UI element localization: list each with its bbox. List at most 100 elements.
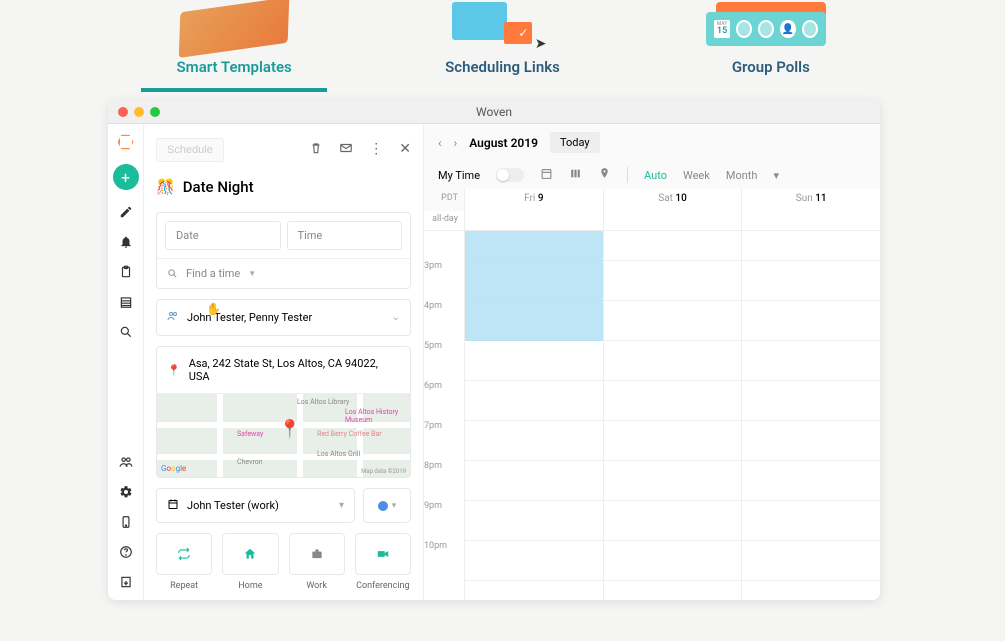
allday-label: all-day — [424, 211, 464, 230]
day-column[interactable] — [464, 231, 603, 600]
attendees-field[interactable]: John Tester, Penny Tester ⌄ ✋ — [156, 299, 411, 336]
event-emoji-icon: 🎊 — [156, 178, 175, 196]
close-icon[interactable]: ✕ — [399, 141, 411, 159]
calendar-event-block[interactable] — [465, 231, 603, 341]
email-icon[interactable] — [339, 141, 353, 159]
event-detail-panel: Schedule ⋮ ✕ 🎊 Date Night Date Time — [144, 124, 424, 600]
next-button[interactable]: › — [454, 136, 458, 150]
day-header[interactable]: Fri 9 — [464, 189, 603, 211]
hour-label: 8pm — [424, 461, 464, 501]
action-label: Home — [222, 581, 278, 591]
more-icon[interactable]: ⋮ — [369, 141, 383, 159]
clipboard-icon[interactable] — [118, 264, 134, 280]
month-label: August 2019 — [469, 136, 538, 150]
my-time-toggle[interactable] — [496, 168, 524, 182]
app-window: Woven + Schedule ⋮ ✕ — [108, 100, 880, 600]
polls-graphic: MAY15 👤 — [706, 0, 836, 50]
settings-icon[interactable] — [118, 484, 134, 500]
view-auto[interactable]: Auto — [644, 169, 667, 182]
close-window-icon[interactable] — [118, 107, 128, 117]
hour-label: 7pm — [424, 421, 464, 461]
hour-label: 10pm — [424, 541, 464, 581]
chevron-down-icon: ⌄ — [392, 312, 400, 323]
location-text: Asa, 242 State St, Los Altos, CA 94022, … — [189, 357, 400, 383]
minimize-window-icon[interactable] — [134, 107, 144, 117]
allday-cell[interactable] — [464, 211, 603, 230]
calendar-list-icon[interactable] — [118, 294, 134, 310]
find-time-label: Find a time — [186, 267, 240, 280]
chevron-down-icon: ▾ — [392, 501, 397, 511]
templates-graphic — [179, 0, 290, 58]
date-input[interactable]: Date — [165, 221, 281, 250]
chevron-down-icon: ▾ — [339, 500, 344, 511]
conferencing-button[interactable] — [355, 533, 411, 575]
calendar-account-select[interactable]: John Tester (work) ▾ — [156, 488, 355, 523]
event-color-select[interactable]: ▾ — [363, 488, 411, 523]
date-picker-icon[interactable] — [540, 167, 553, 183]
day-column[interactable] — [741, 231, 880, 600]
calendar-account-text: John Tester (work) — [187, 499, 279, 512]
people-icon[interactable] — [118, 454, 134, 470]
action-label: Conferencing — [355, 581, 411, 591]
search-icon[interactable] — [118, 324, 134, 340]
time-input[interactable]: Time — [287, 221, 403, 250]
view-dropdown-icon[interactable]: ▾ — [773, 169, 779, 182]
tab-group-polls[interactable]: MAY15 👤 Group Polls — [661, 0, 881, 92]
event-title[interactable]: 🎊 Date Night — [156, 178, 411, 196]
work-button[interactable] — [289, 533, 345, 575]
event-title-text: Date Night — [183, 178, 254, 196]
day-header[interactable]: Sun 11 — [741, 189, 880, 211]
color-swatch-icon — [378, 501, 388, 511]
prev-button[interactable]: ‹ — [438, 136, 442, 150]
tab-label: Scheduling Links — [392, 58, 612, 76]
map-attribution: Map data ©2019 — [361, 468, 406, 475]
hour-label: 4pm — [424, 301, 464, 341]
find-time-button[interactable]: Find a time ▼ — [157, 258, 410, 288]
view-month[interactable]: Month — [726, 169, 758, 182]
google-logo: Google — [161, 464, 186, 473]
calendar-icon — [167, 498, 179, 513]
titlebar: Woven — [108, 100, 880, 124]
sidebar: + — [108, 124, 144, 600]
hour-label: 9pm — [424, 501, 464, 541]
schedule-button[interactable]: Schedule — [156, 138, 224, 162]
allday-cell[interactable] — [741, 211, 880, 230]
columns-icon[interactable] — [569, 167, 582, 183]
day-header[interactable]: Sat 10 — [603, 189, 742, 211]
hour-label: 6pm — [424, 381, 464, 421]
location-card: 📍 Asa, 242 State St, Los Altos, CA 94022… — [156, 346, 411, 478]
notifications-icon[interactable] — [118, 234, 134, 250]
datetime-card: Date Time Find a time ▼ — [156, 212, 411, 289]
home-button[interactable] — [222, 533, 278, 575]
active-tab-underline — [141, 88, 327, 92]
logout-icon[interactable] — [118, 574, 134, 590]
delete-icon[interactable] — [309, 141, 323, 159]
day-column[interactable] — [603, 231, 742, 600]
mobile-icon[interactable] — [118, 514, 134, 530]
help-icon[interactable] — [118, 544, 134, 560]
people-icon — [167, 310, 179, 325]
calendar-panel: ‹ › August 2019 Today My Time Auto Week … — [424, 124, 880, 600]
action-label: Repeat — [156, 581, 212, 591]
window-title: Woven — [476, 105, 512, 119]
attendees-text: John Tester, Penny Tester — [187, 311, 312, 324]
hour-label: 3pm — [424, 261, 464, 301]
edit-icon[interactable] — [118, 204, 134, 220]
repeat-button[interactable] — [156, 533, 212, 575]
tab-smart-templates[interactable]: Smart Templates — [124, 0, 344, 92]
today-button[interactable]: Today — [550, 132, 600, 153]
add-button[interactable]: + — [113, 164, 139, 190]
location-field[interactable]: 📍 Asa, 242 State St, Los Altos, CA 94022… — [157, 347, 410, 393]
app-logo-icon[interactable] — [118, 134, 134, 150]
tab-scheduling-links[interactable]: ✓➤ Scheduling Links — [392, 0, 612, 92]
map-preview[interactable]: Los Altos Library Los Altos History Muse… — [157, 393, 410, 477]
hour-label: 5pm — [424, 341, 464, 381]
my-time-label: My Time — [438, 169, 480, 182]
map-pin-icon: 📍 — [278, 419, 300, 440]
tab-label: Smart Templates — [124, 58, 344, 76]
maximize-window-icon[interactable] — [150, 107, 160, 117]
allday-cell[interactable] — [603, 211, 742, 230]
tab-label: Group Polls — [661, 58, 881, 76]
location-filter-icon[interactable] — [598, 167, 611, 183]
view-week[interactable]: Week — [683, 169, 710, 182]
